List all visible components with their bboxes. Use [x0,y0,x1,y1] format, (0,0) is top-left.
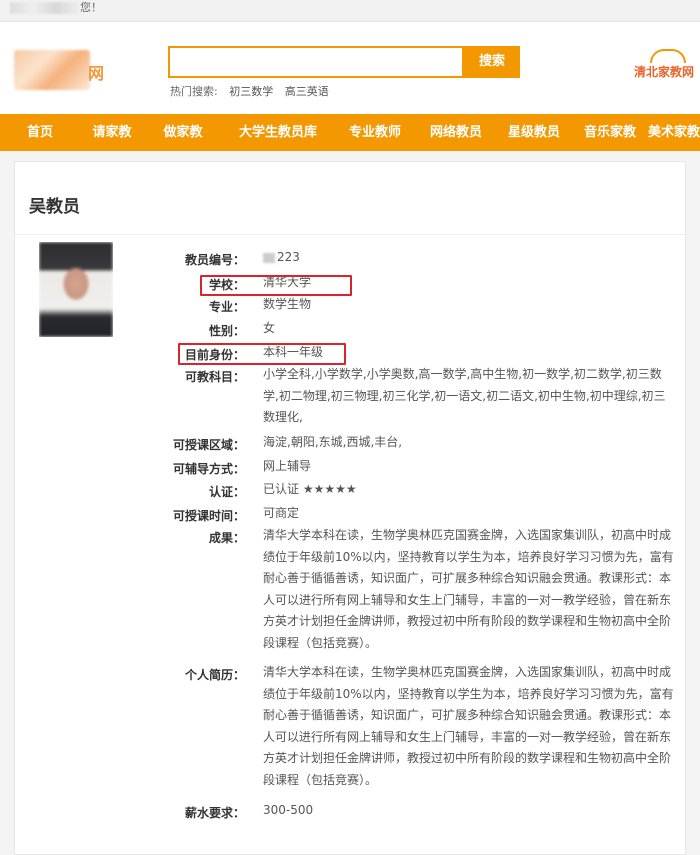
site-header: 网 搜索 热门搜索: 初三数学 高三英语 清北家教网 [0,22,700,114]
field-value: 女 [263,321,276,335]
field-label: 可授课区域： [172,438,245,452]
nav-item-request-tutor[interactable]: 请家教 [80,114,144,151]
field-label: 可教科目： [184,370,245,384]
brand-text: 清北家教网 [634,65,695,79]
field-value: 清华大学本科在读，生物学奥林匹克国赛金牌，入选国家集训队，初高中时成绩位于年级前… [263,665,674,787]
field-label: 专业： [208,300,245,314]
field-label: 认证： [208,485,245,499]
nav-item-online-tutors[interactable]: 网络教员 [416,114,496,151]
profile-fields: 教员编号： 223 学校： 清华大学 专业： 数学生物 性别： 女 目前身份： … [15,162,687,855]
brand-arc-icon [650,49,686,63]
field-label: 可辅导方式： [172,462,245,476]
nav-item-be-tutor[interactable]: 做家教 [144,114,222,151]
greeting-suffix: 您！ [80,1,102,14]
field-value: 网上辅导 [263,459,312,473]
nav-item-star-tutors[interactable]: 星级教员 [496,114,572,151]
field-value: 小学全科,小学数学,小学奥数,高一数学,高中生物,初一数学,初二数学,初三数学,… [263,367,666,424]
highlight-box-school [200,275,352,296]
field-label: 薪水要求： [184,806,245,820]
hot-search-item[interactable]: 高三英语 [285,85,329,98]
hot-search: 热门搜索: 初三数学 高三英语 [170,83,337,99]
search-bar: 搜索 [168,46,520,78]
field-value: 海淀,朝阳,东城,西城,丰台, [263,435,403,449]
hot-search-label: 热门搜索: [170,85,218,98]
nav-item-student-tutors[interactable]: 大学生教员库 [222,114,334,151]
field-label: 个人简历： [184,668,245,682]
blurred-greeting [10,2,80,14]
field-value: 清华大学本科在读，生物学奥林匹克国赛金牌，入选国家集训队，初高中时成绩位于年级前… [263,528,674,650]
field-value: 300-500 [263,803,314,817]
redacted-digits [263,252,275,263]
blurred-logo-image [14,50,90,90]
brand-logo[interactable]: 清北家教网 [632,49,700,89]
field-value: 已认证 ★★★★★ [263,482,357,496]
nav-item-pro-teachers[interactable]: 专业教师 [334,114,416,151]
main-nav: 首页 请家教 做家教 大学生教员库 专业教师 网络教员 星级教员 音乐家教 美术… [0,114,700,151]
nav-item-music-tutors[interactable]: 音乐家教 [572,114,648,151]
nav-item-art-tutors[interactable]: 美术家教 [648,114,700,151]
search-button[interactable]: 搜索 [464,46,520,78]
top-bar: 您！ [0,0,700,22]
search-input[interactable] [168,46,464,78]
highlight-box-status [178,343,346,365]
profile-panel: 吴教员 教员编号： 223 学校： 清华大学 专业： 数学生物 性别： 女 目前… [14,161,687,855]
site-logo[interactable]: 网 [14,46,109,92]
nav-item-home[interactable]: 首页 [0,114,80,151]
field-value: 223 [263,247,675,269]
field-value: 可商定 [263,506,300,520]
field-label: 性别： [208,324,245,338]
field-label: 教员编号： [184,253,245,267]
field-label: 可授课时间： [172,509,245,523]
logo-text: 网 [88,64,105,83]
field-value: 数学生物 [263,297,312,311]
hot-search-item[interactable]: 初三数学 [229,85,273,98]
field-label: 成果： [208,531,245,545]
